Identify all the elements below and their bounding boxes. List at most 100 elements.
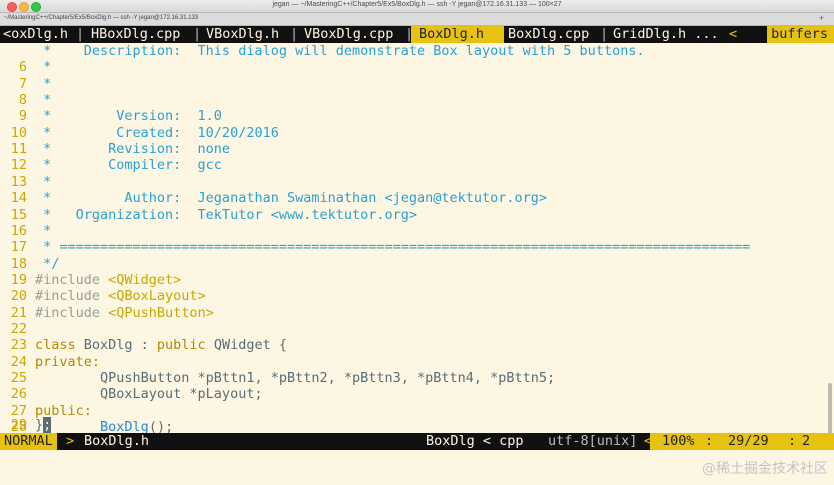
code-line: 24 private: [0,354,834,370]
include-target: <QPushButton> [100,304,214,321]
line-number: 7 [18,75,27,92]
code-text: QPushButton *pBttn1, *pBttn2, *pBttn3, *… [35,370,556,386]
line-text: * Created: 10/20/2016 [35,124,279,141]
line-number: 26 [10,386,27,403]
watermark: @稀土掘金技术社区 [702,461,828,477]
text-cursor[interactable]: ; [43,416,52,433]
keyword: public [156,337,206,354]
line-text: * ======================================… [35,239,751,256]
code-line: 9 * Version: 1.0 [0,108,834,124]
terminal-tab-bar: ~/MasteringC++/Chapter5/Ex5/BoxDlg.h — s… [0,13,834,26]
terminal-tab[interactable]: ~/MasteringC++/Chapter5/Ex5/BoxDlg.h — s… [0,15,198,21]
vim-status-line: NORMAL > BoxDlg.h BoxDlg < cpp utf-8[uni… [0,433,834,450]
code-line: * Description: This dialog will demonstr… [0,43,834,59]
position-block: 100% : 29/29 : 2 [650,433,834,450]
code-text: QBoxLayout *pLayout; [35,386,263,403]
status-column: 2 [802,433,811,449]
preprocessor-directive: #include [35,288,101,305]
code-text: QWidget { [205,337,287,354]
line-number: 16 [10,222,27,239]
preprocessor-directive: #include [35,271,101,288]
line-text: * Description: This dialog will demonstr… [35,43,645,59]
line-number: 22 [10,320,27,337]
code-line: 15 * Organization: TekTutor <www.tektuto… [0,207,834,223]
line-number: 6 [18,59,27,76]
buffer-tab-6[interactable]: BoxDlg.cpp [505,26,592,43]
status-filetype: BoxDlg < cpp [426,433,524,449]
line-number: 24 [10,353,27,370]
separator-arrow-icon: > [66,433,75,449]
line-text: * Author: Jeganathan Swaminathan <jegan@… [35,190,548,207]
status-percent: 100% [662,433,695,449]
line-text: * Compiler: gcc [35,157,222,174]
line-number: 9 [18,108,27,125]
include-target: <QWidget> [100,271,182,288]
include-target: <QBoxLayout> [100,288,206,305]
line-number: 29 [10,416,27,433]
code-line: 10 * Created: 10/20/2016 [0,125,834,141]
buffer-tab-2[interactable]: HBoxDlg.cpp [88,26,183,43]
line-text: * [35,173,52,190]
line-text: * Revision: none [35,141,231,158]
window-title: jegan — ~/MasteringC++/Chapter5/Ex5/BoxD… [272,1,562,8]
buffer-separator: | [600,26,609,42]
code-line: 22 [0,321,834,337]
line-number: 15 [10,206,27,223]
line-text: * Organization: TekTutor <www.tektutor.o… [35,206,418,223]
editor-area[interactable]: * Description: This dialog will demonstr… [0,43,834,476]
line-number: 18 [10,255,27,272]
code-line: 16 * [0,223,834,239]
code-line: 7 * [0,76,834,92]
status-encoding: utf-8[unix] [548,433,638,449]
vim-buffer-line: <oxDlg.h | HBoxDlg.cpp | VBoxDlg.h | VBo… [0,26,834,43]
line-number: 21 [10,304,27,321]
line-number: 20 [10,288,27,305]
line-text: * [35,59,52,76]
buffer-tab-3[interactable]: VBoxDlg.h [203,26,282,43]
buffer-tab-1[interactable]: <oxDlg.h [0,26,71,43]
code-line: 8 * [0,92,834,108]
code-line: 6 * [0,59,834,75]
buffer-tab-4[interactable]: VBoxDlg.cpp [301,26,396,43]
code-line: 11 * Revision: none [0,141,834,157]
buffer-separator: | [290,26,299,42]
window-titlebar: jegan — ~/MasteringC++/Chapter5/Ex5/BoxD… [0,0,834,13]
code-line: 12 * Compiler: gcc [0,157,834,173]
code-line: 20 #include <QBoxLayout> [0,288,834,304]
code-line: 19 #include <QWidget> [0,272,834,288]
line-number: 17 [10,239,27,256]
code-line: 29}; [0,416,834,433]
buffers-label: buffers [767,26,834,43]
buffer-separator: | [76,26,85,42]
line-number: 12 [10,157,27,174]
status-separator: : [788,433,797,449]
line-text: */ [35,255,60,272]
preprocessor-directive: #include [35,304,101,321]
buffer-tab-7[interactable]: GridDlg.h ... [610,26,722,43]
line-number: 14 [10,190,27,207]
status-filename: BoxDlg.h [84,433,150,449]
line-text: * [35,222,52,239]
line-number: 13 [10,173,27,190]
buffer-tab-active[interactable]: BoxDlg.h [411,26,504,43]
line-number: 19 [10,271,27,288]
code-line: 26 QBoxLayout *pLayout; [0,386,834,402]
status-line-count: 29/29 [728,433,769,449]
code-line: 25 QPushButton *pBttn1, *pBttn2, *pBttn3… [0,370,834,386]
line-text: * [35,75,52,92]
code-line: 18 */ [0,256,834,272]
line-number: 11 [10,141,27,158]
keyword: class [35,337,76,354]
code-text: BoxDlg : [75,337,157,354]
code-line: 21 #include <QPushButton> [0,305,834,321]
new-tab-icon[interactable]: + [819,13,824,23]
code-text: } [35,416,44,433]
code-line: 13 * [0,174,834,190]
line-number: 25 [10,370,27,386]
line-number: 23 [10,337,27,354]
keyword: private: [35,353,101,370]
buffer-separator: | [193,26,202,42]
line-text: * Version: 1.0 [35,108,222,125]
line-number: 8 [18,92,27,109]
buffer-arrow-icon: < [729,26,738,42]
